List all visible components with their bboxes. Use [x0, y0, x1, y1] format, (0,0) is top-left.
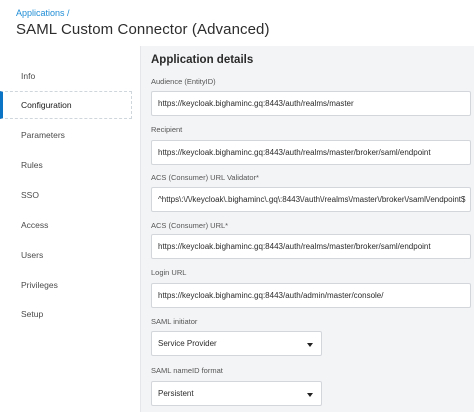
acs-url-label: ACS (Consumer) URL*	[151, 221, 229, 230]
sidebar-item-users[interactable]: Users	[0, 241, 132, 269]
sidebar-item-configuration[interactable]: Configuration	[0, 91, 132, 119]
saml-initiator-label: SAML initiator	[151, 317, 198, 326]
login-url-input[interactable]: https://keycloak.bighaminc.gq:8443/auth/…	[151, 283, 471, 308]
sidebar-item-sso[interactable]: SSO	[0, 181, 132, 209]
page-title: SAML Custom Connector (Advanced)	[16, 21, 270, 38]
sidebar-item-info[interactable]: Info	[0, 62, 132, 90]
acs-url-input[interactable]: https://keycloak.bighaminc.gq:8443/auth/…	[151, 234, 471, 259]
sidebar-item-label: SSO	[21, 190, 39, 200]
sidebar-item-label: Info	[21, 71, 36, 81]
sidebar-item-parameters[interactable]: Parameters	[0, 121, 132, 149]
recipient-label: Recipient	[151, 125, 183, 134]
login-url-label: Login URL	[151, 268, 187, 277]
sidebar-item-label: Rules	[21, 160, 43, 170]
breadcrumb: Applications /	[16, 8, 70, 18]
sidebar-item-rules[interactable]: Rules	[0, 151, 132, 179]
acs-validator-input[interactable]: ^https\:\/\/keycloak\.bighaminc\.gq\:844…	[151, 187, 471, 212]
saml-initiator-select[interactable]: Service Provider	[151, 331, 322, 356]
main-panel: Application details Audience (EntityID) …	[140, 46, 474, 412]
nameid-format-label: SAML nameID format	[151, 366, 223, 375]
sidebar-item-label: Parameters	[21, 130, 65, 140]
nameid-format-value: Persistent	[158, 389, 194, 398]
nameid-format-select[interactable]: Persistent	[151, 381, 322, 406]
sidebar-item-privileges[interactable]: Privileges	[0, 271, 132, 299]
sidebar-item-label: Configuration	[21, 100, 72, 110]
saml-initiator-value: Service Provider	[158, 339, 217, 348]
page-header: Applications / SAML Custom Connector (Ad…	[0, 0, 474, 46]
breadcrumb-separator: /	[67, 8, 70, 18]
sidebar-item-access[interactable]: Access	[0, 211, 132, 239]
sidebar-item-label: Privileges	[21, 280, 58, 290]
sidebar: Info Configuration Parameters Rules SSO …	[0, 58, 132, 412]
recipient-input[interactable]: https://keycloak.bighaminc.gq:8443/auth/…	[151, 140, 471, 165]
sidebar-item-label: Access	[21, 220, 49, 230]
caret-down-icon	[307, 393, 313, 397]
sidebar-item-label: Users	[21, 250, 44, 260]
breadcrumb-applications-link[interactable]: Applications	[16, 8, 65, 18]
section-title: Application details	[151, 54, 254, 66]
acs-validator-label: ACS (Consumer) URL Validator*	[151, 173, 259, 182]
sidebar-item-label: Setup	[21, 309, 44, 319]
audience-input[interactable]: https://keycloak.bighaminc.gq:8443/auth/…	[151, 91, 471, 116]
sidebar-item-setup[interactable]: Setup	[0, 300, 132, 328]
caret-down-icon	[307, 343, 313, 347]
audience-label: Audience (EntityID)	[151, 77, 216, 86]
